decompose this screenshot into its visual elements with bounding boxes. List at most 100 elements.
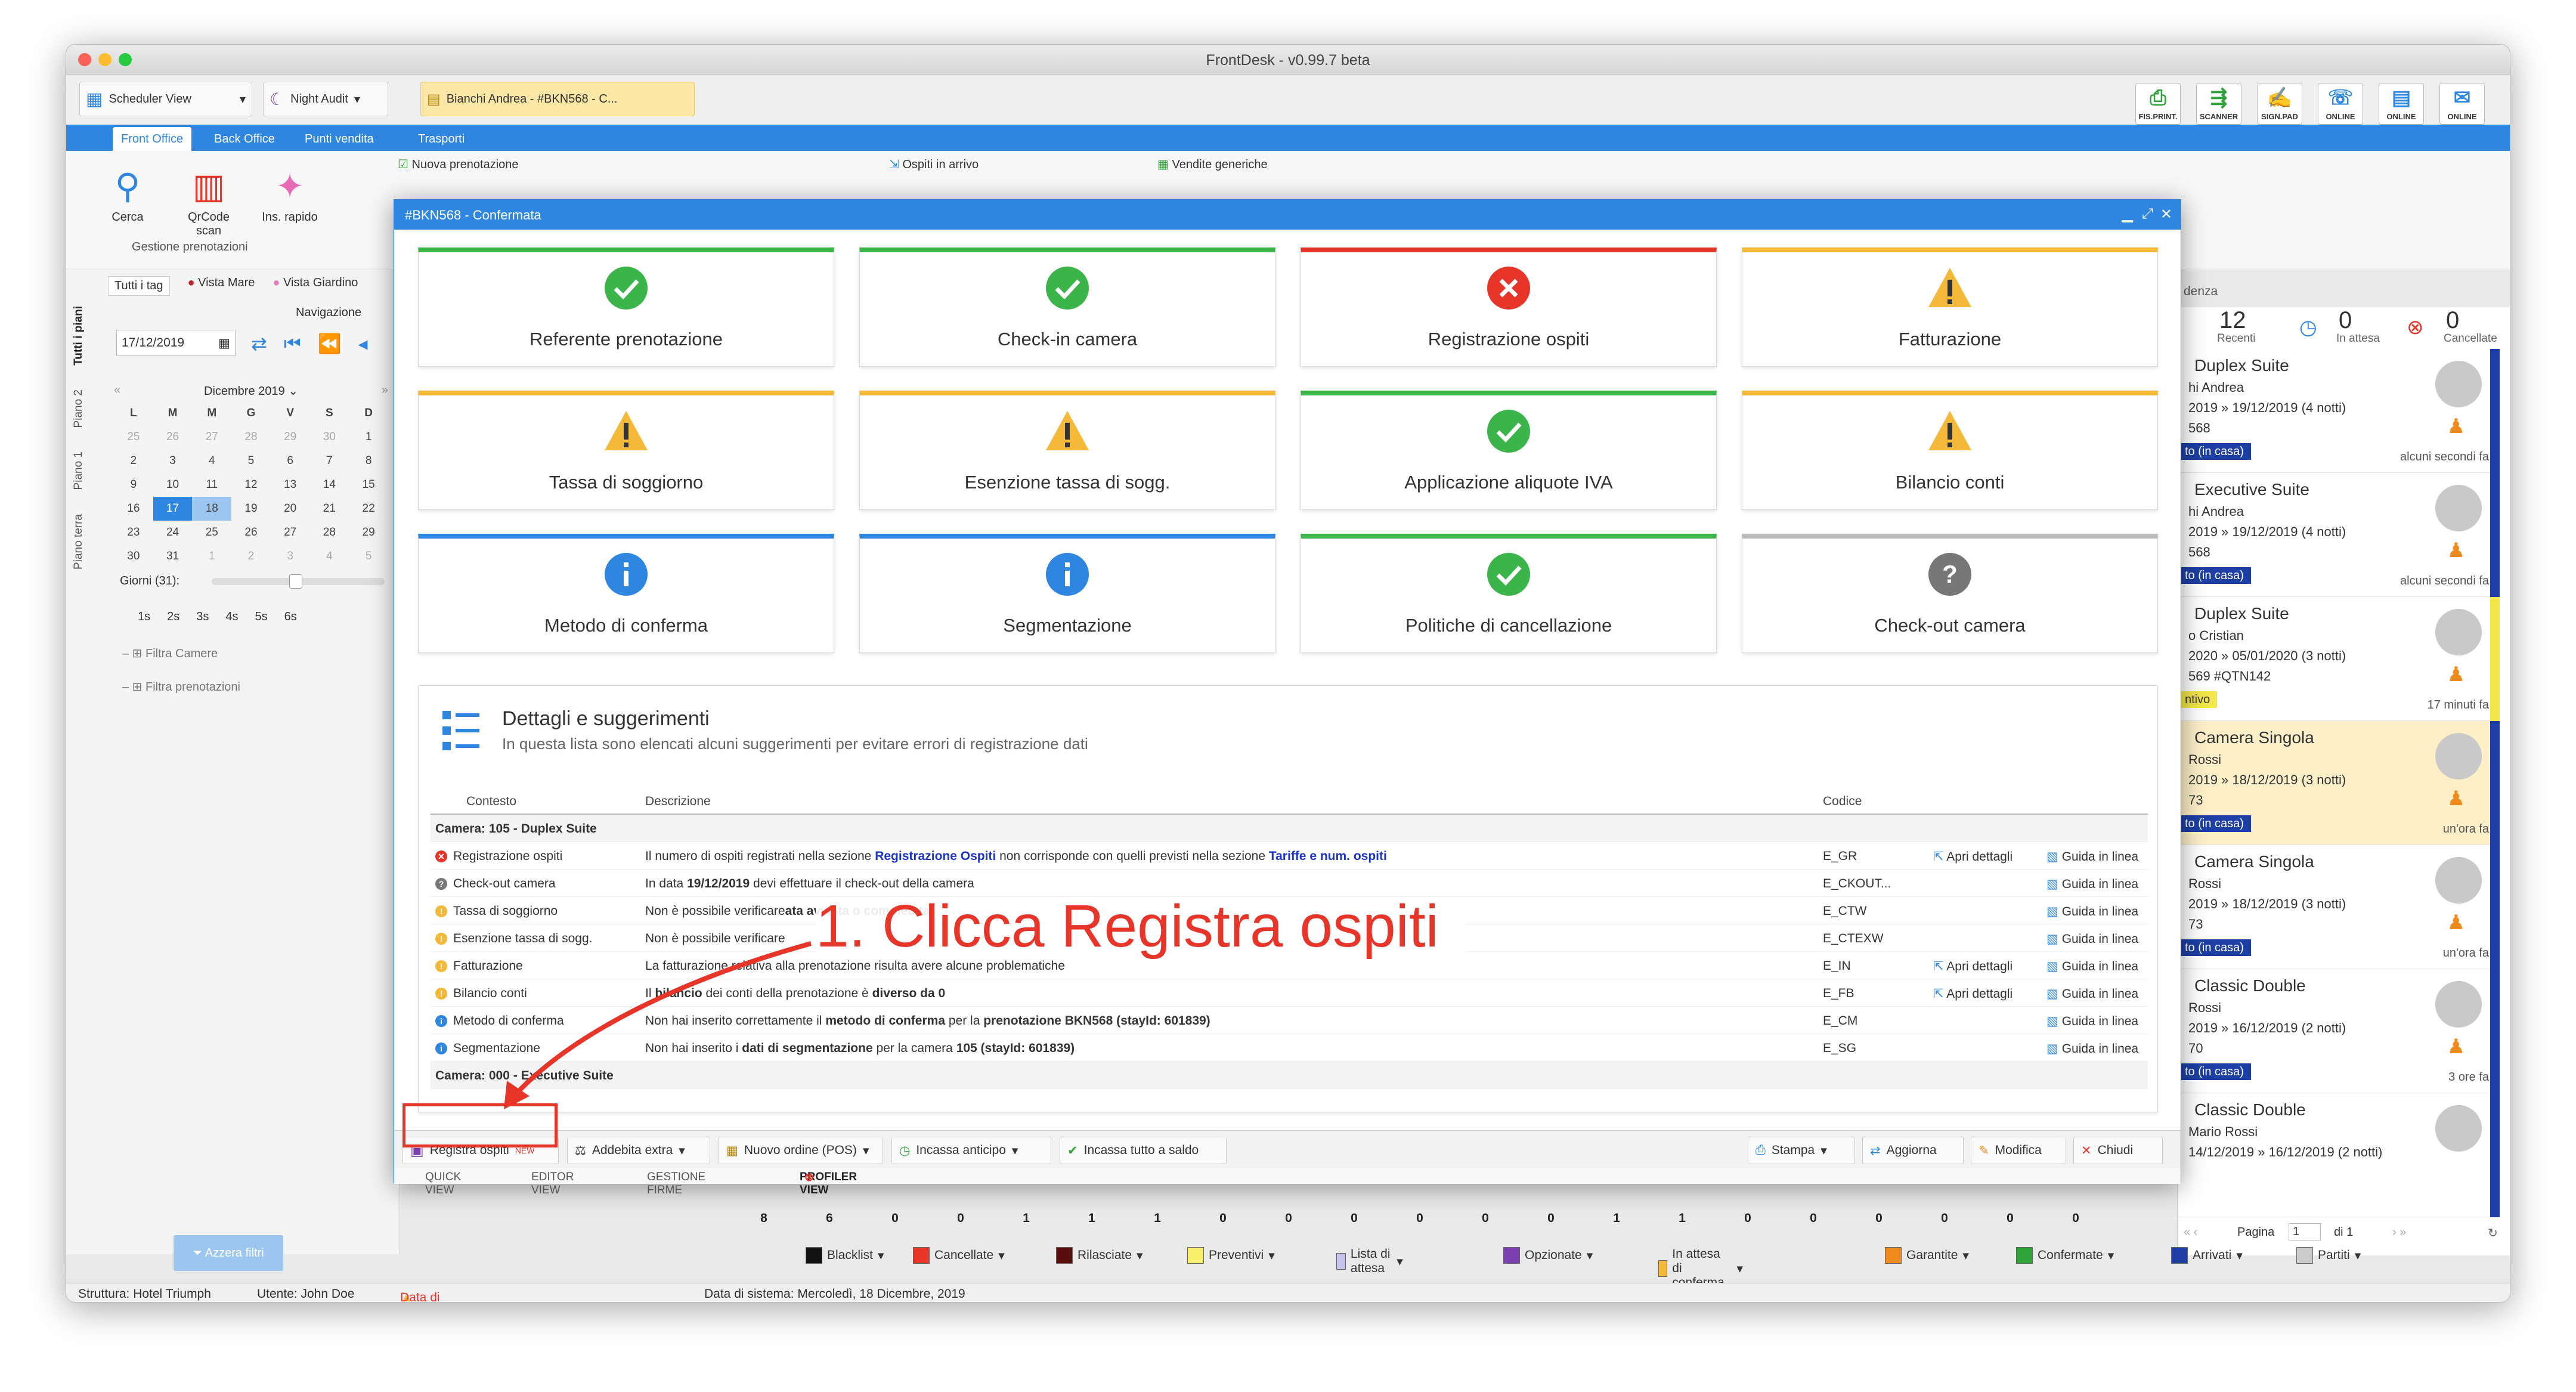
calendar-day[interactable]: 2 xyxy=(114,449,153,473)
calendar-day[interactable]: 4 xyxy=(192,449,231,473)
incassa-anticipo-button[interactable]: ◷ Incassa anticipo ▾ xyxy=(891,1137,1051,1164)
floor-tab-ground[interactable]: Piano terra xyxy=(72,514,85,570)
tag-tab-all[interactable]: Tutti i tag xyxy=(108,276,170,296)
calendar-day[interactable]: 28 xyxy=(310,521,349,545)
device-button-3[interactable]: ☏ ONLINE xyxy=(2318,83,2363,125)
calendar-day[interactable]: 2 xyxy=(231,545,271,568)
calendar-day[interactable]: 25 xyxy=(192,521,231,545)
menu-tab-3[interactable]: Trasporti xyxy=(410,127,473,151)
vendite-generiche-button[interactable]: ▦ Vendite generiche xyxy=(1157,157,1268,172)
booking-tab[interactable]: ▤ Bianchi Andrea - #BKN568 - C... xyxy=(420,82,695,116)
check-card[interactable]: Metodo di conferma xyxy=(418,534,834,653)
recent-booking-item[interactable]: Duplex Suite o Cristian 2020 » 05/01/2020 … xyxy=(2178,597,2500,721)
prev-month-icon[interactable]: « xyxy=(114,383,120,397)
apri-dettagli-link[interactable]: ⇱ Apri dettagli xyxy=(1933,959,2012,974)
legend-item[interactable]: Garantite ▾ xyxy=(1885,1247,1969,1264)
legend-item[interactable]: Arrivati ▾ xyxy=(2171,1247,2243,1264)
cerca-button[interactable]: ⚲ Cerca xyxy=(95,163,160,224)
zoom-step[interactable]: 5s xyxy=(255,610,268,624)
calendar-day[interactable]: 19 xyxy=(231,497,271,521)
calendar-day[interactable]: 3 xyxy=(153,449,193,473)
calendar-day[interactable]: 27 xyxy=(192,425,231,449)
counter-0[interactable]: 12 Recenti xyxy=(2184,307,2285,345)
zoom-step[interactable]: 2s xyxy=(167,610,179,624)
check-card[interactable]: Referente prenotazione xyxy=(418,248,834,367)
slider-handle[interactable] xyxy=(289,574,302,589)
calendar-day[interactable]: 26 xyxy=(153,425,193,449)
zoom-step[interactable]: 1s xyxy=(138,610,150,624)
recent-booking-item[interactable]: Classic Double Mario Rossi 14/12/2019 » 16… xyxy=(2178,1093,2500,1217)
ospiti-arrivo-button[interactable]: ⇲ Ospiti in arrivo xyxy=(889,157,979,172)
floor-tab-1[interactable]: Piano 1 xyxy=(72,451,85,490)
counter-2[interactable]: ⊗ 0 Cancellate xyxy=(2398,307,2500,345)
date-input[interactable]: 17/12/2019 ▦ xyxy=(116,330,236,356)
modifica-button[interactable]: ✎ Modifica xyxy=(1971,1137,2066,1164)
group-row[interactable]: Camera: 105 - Duplex Suite xyxy=(431,815,2148,842)
filtra-camere-toggle[interactable]: – ⊞ Filtra Camere xyxy=(122,646,218,661)
device-button-5[interactable]: ✉ ONLINE xyxy=(2439,83,2485,125)
zoom-step[interactable]: 6s xyxy=(284,610,297,624)
menu-tab-0[interactable]: Front Office xyxy=(113,127,192,151)
legend-item[interactable]: Lista di attesa ▾ xyxy=(1336,1247,1403,1276)
check-card[interactable]: Tassa di soggiorno xyxy=(418,391,834,510)
legend-item[interactable]: Preventivi ▾ xyxy=(1187,1247,1275,1264)
nav-arrows[interactable]: ⇄⏮⏪◂ xyxy=(251,332,385,355)
check-card[interactable]: ? Check-out camera xyxy=(1742,534,2158,653)
check-card[interactable]: Fatturazione xyxy=(1742,248,2158,367)
zoom-step[interactable]: 4s xyxy=(225,610,238,624)
guida-link[interactable]: ▧ Guida in linea xyxy=(2046,986,2138,1001)
recent-booking-item[interactable]: Camera Singola Rossi 2019 » 18/12/2019 (3 … xyxy=(2178,721,2500,845)
guida-link[interactable]: ▧ Guida in linea xyxy=(2046,877,2138,892)
apri-dettagli-link[interactable]: ⇱ Apri dettagli xyxy=(1933,849,2012,864)
group-row[interactable]: Camera: 000 - Executive Suite xyxy=(431,1062,2148,1089)
legend-item[interactable]: Blacklist ▾ xyxy=(806,1247,884,1264)
floor-tab-2[interactable]: Piano 2 xyxy=(72,389,85,428)
device-button-2[interactable]: ✍ SIGN.PAD xyxy=(2257,83,2302,125)
next-month-icon[interactable]: » xyxy=(382,383,388,397)
chiudi-button[interactable]: ✕ Chiudi xyxy=(2073,1137,2163,1164)
calendar-day[interactable]: 20 xyxy=(271,497,310,521)
check-card[interactable]: Esenzione tassa di sogg. xyxy=(859,391,1275,510)
zoom-step[interactable]: 3s xyxy=(196,610,209,624)
page-input[interactable]: 1 xyxy=(2289,1223,2321,1241)
guida-link[interactable]: ▧ Guida in linea xyxy=(2046,1041,2138,1056)
device-button-4[interactable]: ▤ ONLINE xyxy=(2379,83,2424,125)
pagination-next[interactable]: › » xyxy=(2392,1226,2406,1239)
recent-booking-item[interactable]: Duplex Suite hi Andrea 2019 » 19/12/2019 (… xyxy=(2178,349,2500,473)
addebita-extra-button[interactable]: ⚖ Addebita extra ▾ xyxy=(567,1137,710,1164)
check-card[interactable]: Segmentazione xyxy=(859,534,1275,653)
recent-booking-item[interactable]: Camera Singola Rossi 2019 » 18/12/2019 (3 … xyxy=(2178,845,2500,969)
giorni-slider[interactable] xyxy=(212,574,385,589)
nuova-prenotazione-button[interactable]: ☑ Nuova prenotazione xyxy=(398,157,519,172)
calendar-day[interactable]: 28 xyxy=(231,425,271,449)
aggiorna-button[interactable]: ⇄ Aggiorna xyxy=(1862,1137,1964,1164)
legend-item[interactable]: Rilasciate ▾ xyxy=(1056,1247,1143,1264)
check-card[interactable]: Applicazione aliquote IVA xyxy=(1301,391,1717,510)
recent-booking-item[interactable]: Executive Suite hi Andrea 2019 » 19/12/201… xyxy=(2178,473,2500,597)
tag-tab-vista-mare[interactable]: ● Vista Mare xyxy=(188,276,255,296)
nuovo-ordine-button[interactable]: ▦ Nuovo ordine (POS) ▾ xyxy=(719,1137,883,1164)
recent-booking-item[interactable]: Classic Double Rossi 2019 » 16/12/2019 (2 … xyxy=(2178,969,2500,1093)
calendar-day[interactable]: 30 xyxy=(310,425,349,449)
guida-link[interactable]: ▧ Guida in linea xyxy=(2046,849,2138,864)
calendar-day[interactable]: 29 xyxy=(271,425,310,449)
calendar-day[interactable]: 25 xyxy=(114,425,153,449)
night-audit-button[interactable]: ☾ Night Audit ▾ xyxy=(263,82,388,116)
legend-item[interactable]: Cancellate ▾ xyxy=(913,1247,1005,1264)
device-button-1[interactable]: ⇶ SCANNER xyxy=(2196,83,2241,125)
expand-icon[interactable]: ⤢ xyxy=(2142,206,2153,222)
stampa-button[interactable]: ⎙ Stampa ▾ xyxy=(1748,1137,1855,1164)
azzera-filtri-button[interactable]: ⏷ Azzera filtri xyxy=(174,1235,283,1271)
menu-tab-1[interactable]: Back Office xyxy=(206,127,283,151)
calendar-day[interactable]: 1 xyxy=(349,425,388,449)
floor-tab-all[interactable]: Tutti i piani xyxy=(72,306,85,366)
apri-dettagli-link[interactable]: ⇱ Apri dettagli xyxy=(1933,986,2012,1001)
qrcode-scan-button[interactable]: ▥ QrCode scan xyxy=(176,163,242,238)
guida-link[interactable]: ▧ Guida in linea xyxy=(2046,1014,2138,1029)
calendar-day[interactable]: 5 xyxy=(349,545,388,568)
scheduler-view-button[interactable]: ▦ Scheduler View ▾ xyxy=(79,82,252,116)
guida-link[interactable]: ▧ Guida in linea xyxy=(2046,932,2138,946)
calendar-day[interactable]: 13 xyxy=(271,473,310,497)
menu-tab-2[interactable]: Punti vendita xyxy=(296,127,382,151)
calendar-day[interactable]: 5 xyxy=(231,449,271,473)
